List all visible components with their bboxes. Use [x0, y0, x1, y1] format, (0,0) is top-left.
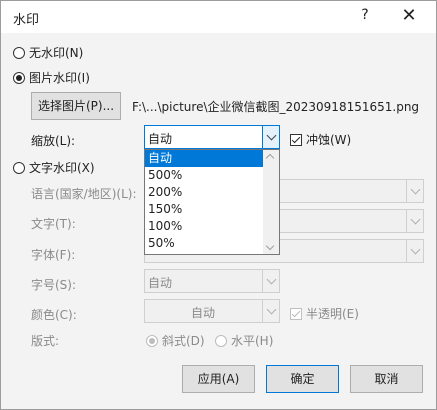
dropdown-item[interactable]: 200% [145, 184, 265, 201]
radio-horizontal[interactable]: 水平(H) [215, 332, 273, 349]
semitransparent-checkbox[interactable]: 半透明(E) [290, 305, 359, 322]
language-dropdown-button[interactable] [406, 180, 423, 202]
picture-path: F:\...\picture\企业微信截图_20230918151651.png [132, 100, 420, 114]
text-dropdown-button[interactable] [406, 210, 423, 232]
watermark-dialog: 水印 ? ✕ 无水印(N) 图片水印(I) 选择图片(P)... F:\...\… [0, 0, 437, 410]
radio-label: 无水印(N) [29, 46, 84, 60]
dropdown-item[interactable]: 100% [145, 218, 265, 235]
radio-circle-icon[interactable] [13, 161, 25, 174]
radio-no-watermark[interactable]: 无水印(N) [13, 44, 83, 61]
color-value: 自动 [190, 306, 215, 320]
scale-dropdown-button[interactable] [262, 126, 279, 148]
chevron-up-icon[interactable] [265, 153, 275, 163]
ok-button[interactable]: 确定 [266, 365, 339, 393]
scale-combo[interactable]: 自动 [144, 125, 280, 149]
radio-picture-watermark[interactable]: 图片水印(I) [13, 69, 90, 86]
checkbox-icon[interactable] [290, 307, 302, 320]
color-combo[interactable]: 自动 [144, 299, 280, 323]
font-dropdown-button[interactable] [406, 240, 423, 262]
checkbox-icon[interactable] [290, 133, 302, 146]
chevron-down-icon [266, 130, 276, 140]
radio-circle-icon[interactable] [13, 71, 25, 84]
select-picture-button[interactable]: 选择图片(P)... [31, 92, 121, 120]
apply-button[interactable]: 应用(A) [182, 365, 255, 393]
chevron-down-icon [410, 184, 420, 194]
color-label: 颜色(C): [31, 308, 77, 322]
size-value: 自动 [148, 276, 173, 290]
title-bar: 水印 ? ✕ [1, 1, 436, 33]
dropdown-item[interactable]: 150% [145, 201, 265, 218]
scale-dropdown-list[interactable]: 自动 500% 200% 150% 100% 50% [144, 149, 280, 255]
radio-circle-icon[interactable] [146, 334, 158, 347]
dropdown-item[interactable]: 自动 [145, 150, 265, 167]
radio-label: 图片水印(I) [29, 71, 90, 85]
dropdown-scrollbar[interactable] [263, 150, 279, 254]
dialog-title: 水印 [13, 13, 40, 28]
radio-circle-icon[interactable] [13, 46, 25, 59]
radio-circle-icon[interactable] [215, 334, 227, 347]
scale-value: 自动 [148, 132, 173, 146]
radio-text-watermark[interactable]: 文字水印(X) [13, 159, 95, 176]
chevron-down-icon [266, 304, 276, 314]
washout-checkbox[interactable]: 冲蚀(W) [290, 131, 351, 148]
scale-label: 缩放(L): [31, 134, 76, 148]
semitransparent-label: 半透明(E) [306, 307, 359, 321]
text-label: 文字(T): [31, 217, 76, 231]
radio-label: 斜式(D) [162, 334, 205, 348]
size-dropdown-button[interactable] [262, 270, 279, 292]
chevron-down-icon [410, 214, 420, 224]
close-icon[interactable]: ✕ [399, 5, 419, 26]
help-icon[interactable]: ? [355, 7, 375, 23]
layout-label: 版式: [31, 334, 60, 348]
dropdown-item[interactable]: 50% [145, 235, 265, 252]
cancel-button[interactable]: 取消 [350, 365, 423, 393]
radio-label: 文字水印(X) [29, 161, 95, 175]
radio-label: 水平(H) [231, 334, 274, 348]
chevron-down-icon [410, 244, 420, 254]
chevron-down-icon [266, 274, 276, 284]
size-label: 字号(S): [31, 278, 77, 292]
language-label: 语言(国家/地区)(L): [31, 187, 137, 201]
font-label: 字体(F): [31, 248, 76, 262]
chevron-down-icon[interactable] [265, 241, 275, 251]
washout-label: 冲蚀(W) [306, 133, 352, 147]
radio-diagonal[interactable]: 斜式(D) [146, 332, 205, 349]
size-combo[interactable]: 自动 [144, 269, 280, 293]
dropdown-item[interactable]: 500% [145, 167, 265, 184]
color-dropdown-button[interactable] [262, 300, 279, 322]
